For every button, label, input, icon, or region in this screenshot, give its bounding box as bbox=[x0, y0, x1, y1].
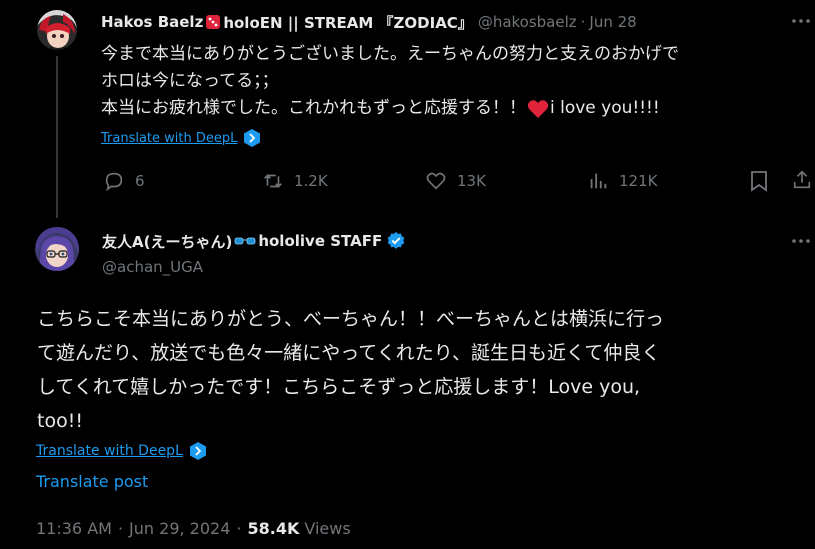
tweet-header: 友人A(えーちゃん) hololive STAFF bbox=[102, 230, 406, 252]
reply-count: 6 bbox=[135, 172, 145, 190]
tweet-text-line: ホロは今になってる；； bbox=[101, 71, 279, 91]
avatar-hakos-baelz[interactable] bbox=[37, 10, 77, 50]
tweet-text-line: too!! bbox=[37, 410, 83, 432]
meta-separator: · bbox=[117, 519, 124, 538]
repost-count: 1.2K bbox=[294, 172, 328, 190]
tweet-text-line: してくれて嬉しかったです！こちらこそずっと応援します！Love you, bbox=[37, 376, 641, 398]
author-name-suffix[interactable]: holoEN || STREAM 『ZODIAC』 bbox=[223, 12, 473, 33]
translate-deepl-label[interactable]: Translate with DeepL bbox=[36, 443, 183, 459]
verified-badge-icon bbox=[386, 231, 406, 251]
tweet-text: こちらこそ本当にありがとう、べーちゃん！！べーちゃんとは横浜に行っ て遊んだり、… bbox=[37, 302, 807, 438]
analytics-icon bbox=[587, 170, 609, 192]
thread-connector-line bbox=[56, 56, 58, 218]
post-time[interactable]: 11:36 AM bbox=[36, 519, 112, 538]
repost-button[interactable]: 1.2K bbox=[262, 170, 328, 192]
red-heart-icon bbox=[527, 99, 549, 119]
views-count: 121K bbox=[619, 172, 658, 190]
tweet-text: 今まで本当にありがとうございました。えーちゃんの努力と支えのおかげで ホロは今に… bbox=[101, 41, 806, 122]
like-count: 13K bbox=[457, 172, 486, 190]
tweet-header: Hakos Baelz holoEN || STREAM 『ZODIAC』 @h… bbox=[101, 11, 637, 33]
repost-icon bbox=[262, 170, 284, 192]
views-count: 58.4K bbox=[247, 519, 300, 538]
reply-button[interactable]: 6 bbox=[103, 170, 145, 192]
reply-icon bbox=[103, 170, 125, 192]
dice-icon bbox=[205, 14, 221, 30]
like-button[interactable]: 13K bbox=[425, 170, 486, 192]
bookmark-icon[interactable] bbox=[749, 170, 769, 192]
author-name[interactable]: 友人A(えーちゃん) bbox=[102, 231, 232, 252]
share-icon[interactable] bbox=[791, 169, 813, 191]
author-handle[interactable]: @achan_UGA bbox=[102, 258, 203, 276]
date-separator: · bbox=[580, 13, 586, 31]
tweet-text-line: こちらこそ本当にありがとう、べーちゃん！！べーちゃんとは横浜に行っ bbox=[37, 308, 665, 330]
post-meta: 11:36 AM · Jun 29, 2024 · 58.4K Views bbox=[36, 519, 351, 538]
views-button[interactable]: 121K bbox=[587, 170, 657, 192]
tweet-text-line: て遊んだり、放送でも色々一緒にやってくれたり、誕生日も近くて仲良く bbox=[37, 342, 661, 364]
tweet-text-line: 今まで本当にありがとうございました。えーちゃんの努力と支えのおかげで bbox=[101, 44, 679, 64]
more-options-icon[interactable] bbox=[791, 236, 811, 246]
deepl-icon bbox=[189, 441, 207, 461]
tweet-text-line: 本当にお疲れ様でした。これかれもずっと応援する！！ i love you!!!! bbox=[101, 95, 806, 122]
author-name[interactable]: Hakos Baelz bbox=[101, 13, 203, 31]
author-name-suffix[interactable]: hololive STAFF bbox=[258, 232, 382, 250]
translate-post-link[interactable]: Translate post bbox=[36, 472, 148, 491]
translate-deepl-label[interactable]: Translate with DeepL bbox=[101, 131, 237, 146]
more-options-icon[interactable] bbox=[791, 16, 811, 26]
deepl-icon bbox=[243, 128, 261, 148]
like-icon bbox=[425, 170, 447, 192]
meta-separator: · bbox=[236, 519, 242, 538]
avatar-achan[interactable] bbox=[35, 227, 79, 271]
tweet-text-segment: 本当にお疲れ様でした。これかれもずっと応援する！！ bbox=[101, 98, 526, 118]
post-date[interactable]: Jun 29, 2024 bbox=[129, 519, 230, 538]
glasses-icon bbox=[234, 235, 256, 247]
post-date[interactable]: Jun 28 bbox=[589, 13, 636, 31]
author-handle[interactable]: @hakosbaelz bbox=[478, 13, 577, 31]
translate-deepl-link[interactable]: Translate with DeepL bbox=[36, 441, 207, 461]
translate-deepl-link[interactable]: Translate with DeepL bbox=[101, 128, 261, 148]
views-label: Views bbox=[304, 519, 351, 538]
tweet-text-segment: i love you!!!! bbox=[550, 98, 660, 118]
